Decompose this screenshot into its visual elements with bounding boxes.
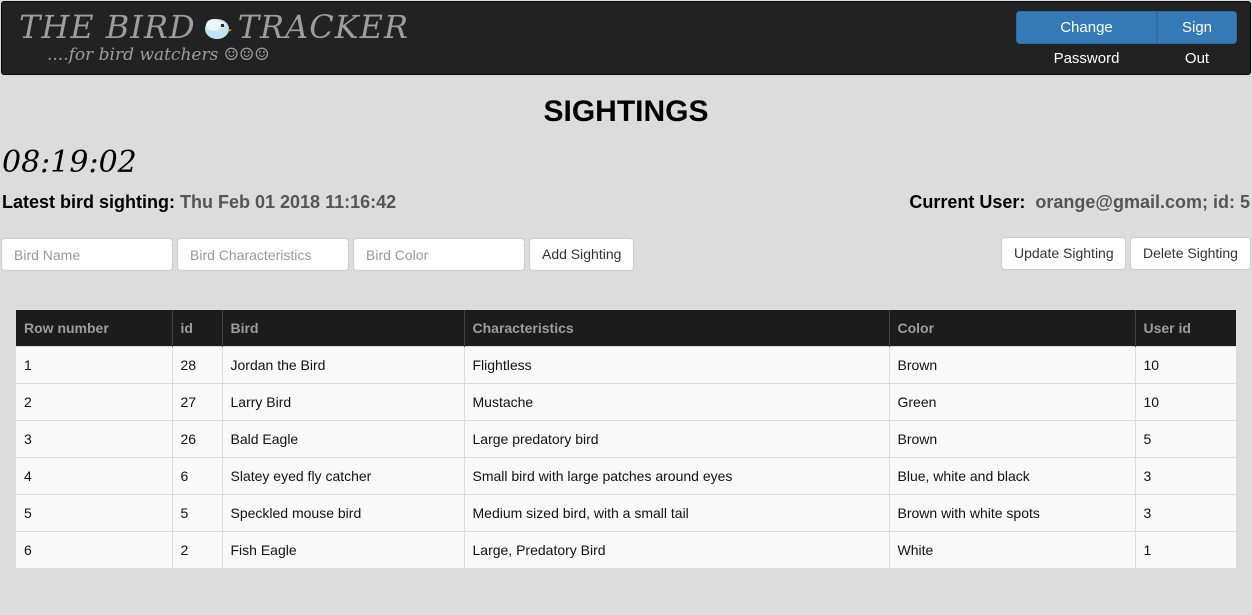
cell-row-number: 1	[16, 345, 173, 383]
bird-name-input[interactable]	[1, 238, 173, 271]
table-header-row: Row number id Bird Characteristics Color…	[16, 310, 1236, 346]
column-header-id[interactable]: id	[172, 310, 223, 346]
brand-title-right: TRACKER	[237, 8, 410, 46]
cell-id: 26	[172, 419, 223, 457]
cell-user-id: 3	[1135, 493, 1236, 531]
page-title: SIGHTINGS	[543, 95, 709, 128]
cell-user-id: 1	[1135, 530, 1236, 568]
table-row[interactable]: 6 2 Fish Eagle Large, Predatory Bird Whi…	[16, 530, 1236, 568]
cell-color: Blue, white and black	[889, 456, 1136, 494]
column-header-bird[interactable]: Bird	[222, 310, 465, 346]
cell-color: Brown with white spots	[889, 493, 1136, 531]
cell-bird: Bald Eagle	[222, 419, 465, 457]
clock: 08:19:02	[2, 145, 137, 180]
current-user-value: orange@gmail.com; id: 5	[1035, 192, 1250, 212]
latest-sighting-value: Thu Feb 01 2018 11:16:42	[180, 192, 397, 212]
cell-row-number: 6	[16, 530, 173, 568]
sign-out-button[interactable]: Sign Out	[1157, 11, 1237, 67]
cell-characteristics: Large predatory bird	[464, 419, 890, 457]
sightings-table: Row number id Bird Characteristics Color…	[16, 310, 1236, 568]
bird-icon	[202, 11, 232, 49]
cell-row-number: 2	[16, 382, 173, 420]
delete-sighting-button[interactable]: Delete Sighting	[1130, 237, 1251, 270]
cell-id: 27	[172, 382, 223, 420]
table-row[interactable]: 4 6 Slatey eyed fly catcher Small bird w…	[16, 456, 1236, 494]
cell-characteristics: Small bird with large patches around eye…	[464, 456, 890, 494]
cell-id: 5	[172, 493, 223, 531]
cell-row-number: 4	[16, 456, 173, 494]
cell-color: White	[889, 530, 1136, 568]
table-row[interactable]: 2 27 Larry Bird Mustache Green 10	[16, 382, 1236, 420]
cell-characteristics: Flightless	[464, 345, 890, 383]
table-row[interactable]: 5 5 Speckled mouse bird Medium sized bir…	[16, 493, 1236, 531]
cell-row-number: 3	[16, 419, 173, 457]
cell-bird: Speckled mouse bird	[222, 493, 465, 531]
table-row[interactable]: 1 28 Jordan the Bird Flightless Brown 10	[16, 345, 1236, 383]
brand-logo[interactable]: THE BIRD TRACKER ....for bird watchers ☺…	[19, 8, 409, 65]
cell-user-id: 5	[1135, 419, 1236, 457]
table-row[interactable]: 3 26 Bald Eagle Large predatory bird Bro…	[16, 419, 1236, 457]
current-user: Current User: orange@gmail.com; id: 5	[909, 190, 1250, 214]
column-header-color[interactable]: Color	[889, 310, 1136, 346]
cell-characteristics: Medium sized bird, with a small tail	[464, 493, 890, 531]
cell-bird: Fish Eagle	[222, 530, 465, 568]
cell-color: Brown	[889, 345, 1136, 383]
cell-id: 28	[172, 345, 223, 383]
column-header-user-id[interactable]: User id	[1135, 310, 1236, 346]
change-password-button[interactable]: Change Password	[1016, 11, 1157, 67]
navbar: THE BIRD TRACKER ....for bird watchers ☺…	[1, 1, 1251, 75]
latest-sighting: Latest bird sighting: Thu Feb 01 2018 11…	[2, 190, 396, 214]
cell-bird: Jordan the Bird	[222, 345, 465, 383]
cell-bird: Larry Bird	[222, 382, 465, 420]
update-sighting-button[interactable]: Update Sighting	[1001, 237, 1126, 270]
cell-user-id: 10	[1135, 345, 1236, 383]
brand-title: THE BIRD TRACKER	[19, 8, 409, 49]
current-user-label: Current User:	[909, 192, 1026, 212]
column-header-characteristics[interactable]: Characteristics	[464, 310, 890, 346]
cell-color: Green	[889, 382, 1136, 420]
column-header-row-number[interactable]: Row number	[16, 310, 173, 346]
add-sighting-button[interactable]: Add Sighting	[529, 238, 634, 271]
cell-id: 6	[172, 456, 223, 494]
cell-user-id: 10	[1135, 382, 1236, 420]
cell-id: 2	[172, 530, 223, 568]
brand-title-left: THE BIRD	[19, 8, 196, 46]
latest-sighting-label: Latest bird sighting:	[2, 192, 175, 212]
cell-characteristics: Large, Predatory Bird	[464, 530, 890, 568]
cell-user-id: 3	[1135, 456, 1236, 494]
cell-color: Brown	[889, 419, 1136, 457]
cell-characteristics: Mustache	[464, 382, 890, 420]
cell-row-number: 5	[16, 493, 173, 531]
bird-color-input[interactable]	[353, 238, 525, 271]
cell-bird: Slatey eyed fly catcher	[222, 456, 465, 494]
bird-characteristics-input[interactable]	[177, 238, 349, 271]
